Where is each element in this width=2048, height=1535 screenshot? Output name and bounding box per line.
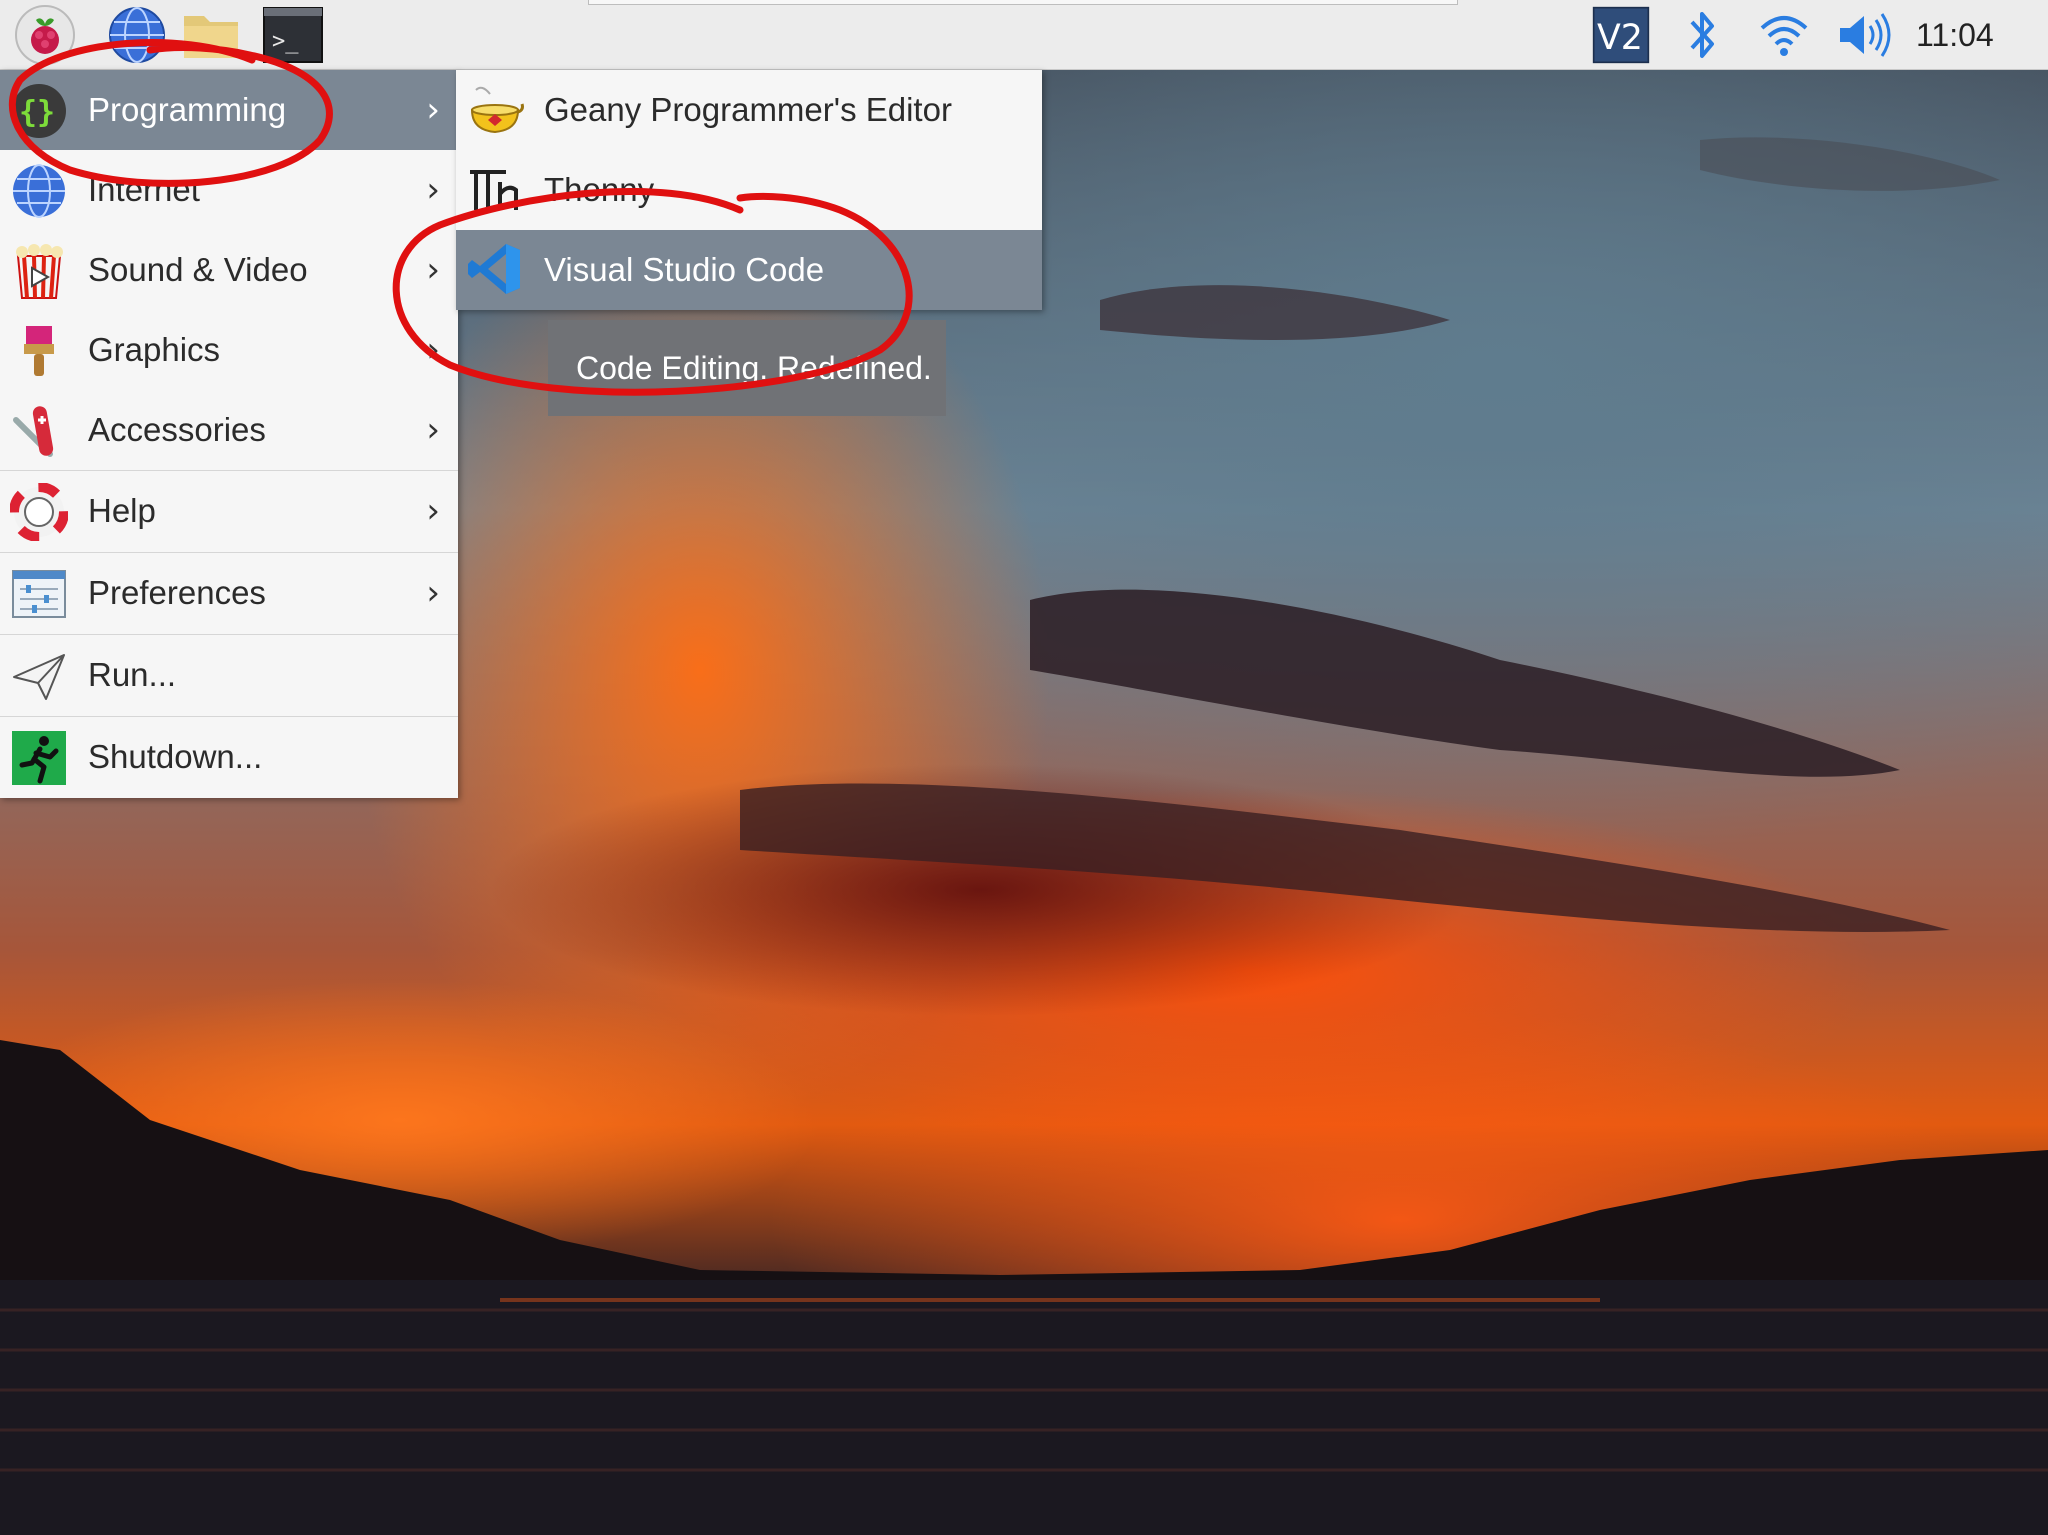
internet-icon — [10, 162, 68, 220]
menu-item-label: Sound & Video — [88, 251, 308, 288]
run-icon — [10, 647, 68, 705]
menu-item-label: Graphics — [88, 331, 221, 368]
menu-item-label: Help — [88, 492, 156, 529]
submenu-item-thonny[interactable]: Thonny — [456, 150, 1042, 230]
submenu-item-vscode[interactable]: Visual Studio Code — [456, 230, 1042, 310]
web-browser-launcher[interactable] — [106, 4, 168, 66]
menu-item-internet[interactable]: Internet › — [0, 150, 458, 230]
menu-item-label: Run... — [88, 656, 177, 693]
menu-item-label: Shutdown... — [88, 738, 263, 775]
programming-submenu: Geany Programmer's Editor Thonny Visual … — [456, 70, 1042, 310]
menu-item-preferences[interactable]: Preferences › — [0, 552, 458, 634]
submenu-item-label: Visual Studio Code — [544, 251, 825, 288]
raspberry-menu-button[interactable] — [14, 4, 76, 66]
web-browser-icon — [109, 7, 165, 63]
chevron-right-icon: › — [426, 170, 440, 210]
thonny-icon — [466, 160, 524, 218]
menu-item-run[interactable]: Run... — [0, 634, 458, 716]
submenu-item-label: Geany Programmer's Editor — [544, 91, 952, 128]
application-menu: {} Programming › Internet › Sound & Vide… — [0, 70, 458, 798]
vnc-icon: V2 — [1592, 6, 1650, 64]
raspberry-icon — [15, 5, 75, 65]
bluetooth-icon — [1690, 12, 1714, 58]
geany-icon — [466, 80, 524, 138]
graphics-icon — [10, 322, 68, 380]
taskbar-window-strip — [588, 0, 1458, 5]
menu-item-label: Accessories — [88, 411, 266, 448]
volume-tray[interactable] — [1836, 6, 1894, 64]
menu-item-label: Preferences — [88, 574, 266, 611]
chevron-right-icon: › — [426, 330, 440, 370]
svg-text:V2: V2 — [1597, 18, 1643, 58]
help-icon — [9, 482, 69, 542]
preferences-icon — [10, 565, 68, 623]
bluetooth-tray[interactable] — [1682, 6, 1722, 64]
menu-item-sound-video[interactable]: Sound & Video › — [0, 230, 458, 310]
chevron-right-icon: › — [426, 250, 440, 290]
menu-item-shutdown[interactable]: Shutdown... — [0, 716, 458, 798]
wifi-icon — [1760, 16, 1808, 56]
chevron-right-icon: › — [426, 90, 440, 130]
menu-item-help[interactable]: Help › — [0, 470, 458, 552]
menu-item-accessories[interactable]: Accessories › — [0, 390, 458, 470]
terminal-icon: >_ — [263, 7, 323, 63]
menu-item-graphics[interactable]: Graphics › — [0, 310, 458, 390]
menu-item-label: Programming — [88, 91, 287, 128]
clock[interactable]: 11:04 — [1916, 0, 1994, 70]
top-panel: >_ V2 11:04 — [0, 0, 2048, 70]
vscode-tooltip: Code Editing. Redefined. — [548, 320, 946, 416]
file-manager-launcher[interactable] — [180, 4, 242, 66]
file-manager-icon — [184, 16, 238, 58]
submenu-item-label: Thonny — [544, 171, 655, 208]
accessories-icon — [10, 402, 68, 460]
sound-video-icon — [10, 242, 68, 300]
programming-icon: {} — [10, 82, 68, 140]
svg-text:>_: >_ — [272, 29, 299, 54]
menu-item-label: Internet — [88, 171, 200, 208]
chevron-right-icon: › — [426, 410, 440, 450]
wifi-tray[interactable] — [1756, 6, 1812, 64]
volume-icon — [1840, 13, 1891, 57]
shutdown-icon — [10, 729, 68, 787]
svg-text:{}: {} — [19, 95, 55, 130]
submenu-item-geany[interactable]: Geany Programmer's Editor — [456, 70, 1042, 150]
menu-item-programming[interactable]: {} Programming › — [0, 70, 458, 150]
terminal-launcher[interactable]: >_ — [262, 4, 324, 66]
vnc-server-tray[interactable]: V2 — [1586, 6, 1656, 64]
chevron-right-icon: › — [426, 573, 440, 613]
chevron-right-icon: › — [426, 491, 440, 531]
vscode-icon — [466, 240, 524, 298]
